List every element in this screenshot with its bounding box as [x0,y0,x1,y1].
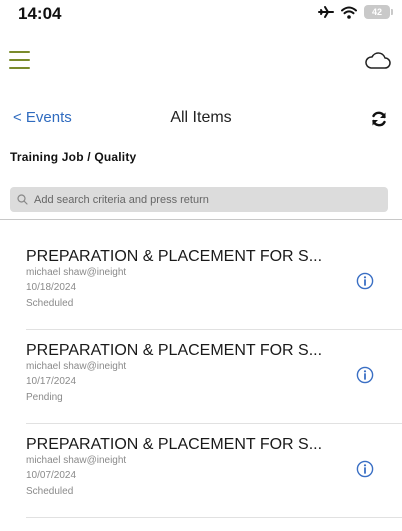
list-item[interactable]: PREPARATION & PLACEMENT FOR S... michael… [26,236,402,330]
battery-icon: 42 [364,5,393,19]
nav-row: All Items < Events [0,104,402,132]
item-user: michael shaw@ineight [26,455,127,466]
divider [0,219,402,220]
item-user: michael shaw@ineight [26,361,127,372]
info-icon[interactable] [356,272,374,290]
refresh-icon[interactable] [370,110,388,128]
back-button[interactable]: < Events [13,109,72,126]
item-date: 10/17/2024 [26,376,77,387]
item-title: PREPARATION & PLACEMENT FOR S... [26,342,323,359]
status-icons: 42 [318,5,393,19]
search-placeholder: Add search criteria and press return [34,193,209,206]
item-user: michael shaw@ineight [26,267,127,278]
airplane-icon [318,6,334,18]
item-status: Scheduled [26,298,74,309]
item-title: PREPARATION & PLACEMENT FOR S... [26,248,323,265]
list-item[interactable]: PREPARATION & PLACEMENT FOR S... michael… [26,330,402,424]
menu-icon[interactable] [9,51,30,71]
status-bar: 14:04 42 [0,0,402,36]
app-bar [0,38,402,84]
item-status: Scheduled [26,486,74,497]
info-icon[interactable] [356,366,374,384]
info-icon[interactable] [356,460,374,478]
search-icon [17,194,28,205]
items-list: PREPARATION & PLACEMENT FOR S... michael… [0,236,402,518]
section-subtitle: Training Job / Quality [10,150,137,164]
item-date: 10/07/2024 [26,470,77,481]
list-item[interactable]: PREPARATION & PLACEMENT FOR S... michael… [26,424,402,518]
item-title: PREPARATION & PLACEMENT FOR S... [26,436,323,453]
item-status: Pending [26,392,63,403]
cloud-icon[interactable] [364,50,392,72]
item-date: 10/18/2024 [26,282,77,293]
search-input[interactable]: Add search criteria and press return [10,187,388,212]
status-time: 14:04 [18,4,62,23]
wifi-icon [341,6,357,19]
